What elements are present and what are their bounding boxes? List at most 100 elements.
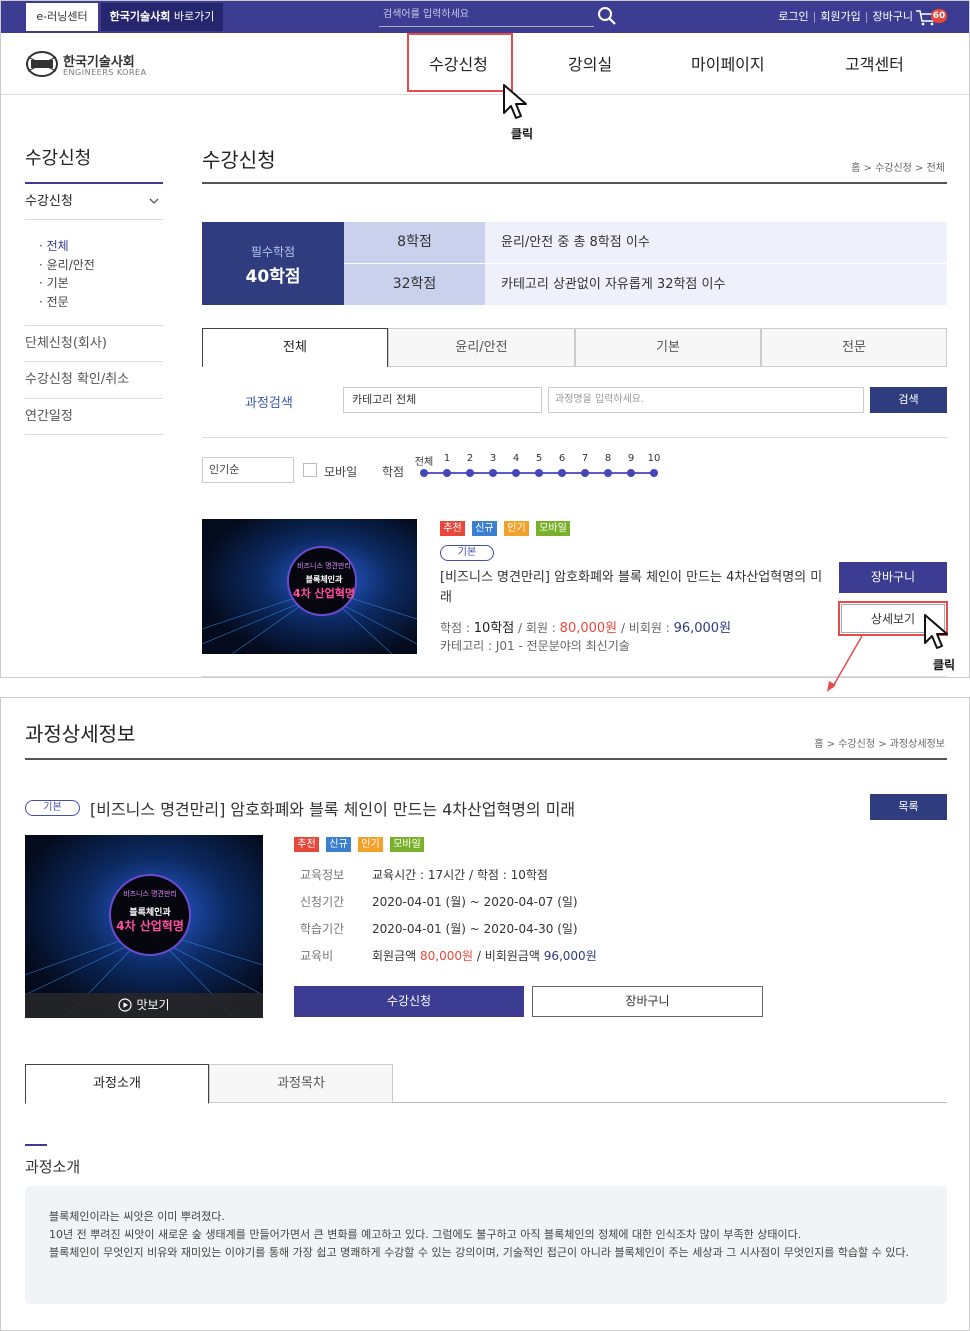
badge-mobile: 모바일 [536,521,570,536]
course-title[interactable]: [비즈니스 명견만리] 암호화폐와 블록 체인이 만드는 4차산업혁명의 미래 [440,568,830,608]
highlight-box-gnb [407,33,513,92]
lnb-annual-schedule[interactable]: 연간일정 [25,398,163,435]
play-icon [118,998,133,1012]
tab-expert[interactable]: 전문 [761,328,947,367]
category-select[interactable]: 카테고리 전체 [343,387,542,413]
credit-slider-point[interactable] [627,469,635,477]
info-label: 학습기간 [300,922,345,936]
tab-ethics[interactable]: 윤리/안전 [388,328,575,367]
course-name-input[interactable]: 과정명을 입력하세요. [548,387,864,413]
credit-slider-point[interactable] [604,469,612,477]
credit-slider-point[interactable] [466,469,474,477]
credit-slider-label: 4 [512,453,520,464]
description-line: 블록체인이 무엇인지 비유와 재미있는 이야기를 통해 가장 쉽고 명쾌하게 수… [49,1246,910,1259]
breadcrumb: 홈 > 수강신청 > 과정상세정보 [814,739,945,750]
credit-slider-label: 전체 [414,457,434,468]
credit-slider-point[interactable] [535,469,543,477]
gnb-mypage[interactable]: 마이페이지 [691,51,765,75]
gnb-classroom[interactable]: 강의실 [568,51,612,75]
nonmember-fee: 96,000원 [543,949,597,963]
credit-slider-point[interactable] [558,469,566,477]
course-detail-screen: 과정상세정보 홈 > 수강신청 > 과정상세정보 기본 [비즈니스 명견만리] … [0,697,970,1331]
search-button[interactable]: 검색 [870,387,947,413]
lnb-sub-all[interactable]: · 전체 [39,237,69,254]
credit-slider-point[interactable] [581,469,589,477]
mobile-checkbox[interactable] [303,463,317,477]
kes-shortcut-name: 한국기술사회 [109,10,171,23]
course-price-line: 학점 : 10학점 / 회원 : 80,000원 / 비회원 : 96,000원 [440,617,731,636]
logo-text-english: ENGINEERS KOREA [63,68,147,77]
tab-all[interactable]: 전체 [202,328,388,367]
credit-slider-label: 2 [466,453,474,464]
divider [25,758,947,760]
top-search-input[interactable]: 검색어를 입력하세요 [379,5,594,27]
credit-row-desc: 윤리/안전 중 총 8학점 이수 [485,222,947,263]
lnb-sub-ethics[interactable]: · 윤리/안전 [39,256,95,273]
login-link[interactable]: 로그인 [778,10,808,23]
badge-popular: 인기 [504,521,529,536]
sort-select[interactable]: 인기순 [202,457,294,483]
lnb-group-apply[interactable]: 단체신청(회사) [25,325,163,362]
thumbnail-caption-small: 비즈니스 명견만리 [123,890,177,898]
course-thumbnail[interactable]: 비즈니스 명견만리 블록체인과 4차 산업혁명 [25,835,263,1018]
info-value: 교육시간 : 17시간 / 학점 : 10학점 [372,868,548,882]
add-to-cart-button[interactable]: 장바구니 [532,986,763,1017]
nonmember-price-label: / 비회원 : [617,621,674,635]
member-fee-label: 회원금액 [372,949,420,963]
site-logo[interactable]: 한국기술사회 ENGINEERS KOREA [25,49,165,83]
add-to-cart-button[interactable]: 장바구니 [839,562,947,593]
credit-slider-label: 3 [489,453,497,464]
badge-new: 신규 [326,837,351,852]
mouse-cursor-icon [924,614,948,649]
course-category-pill: 기본 [25,800,80,816]
section-title: 과정소개 [25,1158,81,1176]
preview-label: 맛보기 [136,998,170,1012]
search-icon[interactable] [597,6,617,26]
course-thumbnail[interactable]: 비즈니스 명견만리 블록체인과 4차 산업혁명 [202,519,417,654]
top-links: 로그인 | 회원가입 | 장바구니 [778,1,913,33]
lnb-enroll-check[interactable]: 수강신청 확인/취소 [25,361,163,398]
credit-filter-label: 학점 [382,465,405,479]
badge-recommend: 추천 [440,521,465,536]
credit-slider-label: 5 [535,453,543,464]
logo-emblem-icon [26,51,58,77]
badge-mobile: 모바일 [390,837,424,852]
elearning-center-tab[interactable]: e-러닝센터 [26,3,98,31]
thumbnail-caption-small: 비즈니스 명견만리 [297,562,351,570]
badge-new: 신규 [472,521,497,536]
gnb-customer-center[interactable]: 고객센터 [845,51,904,75]
credit-slider-point[interactable] [650,469,658,477]
lnb-sub-basic[interactable]: · 기본 [39,274,69,291]
credit-slider-point[interactable] [512,469,520,477]
kes-shortcut-suffix: 바로가기 [170,10,215,23]
nonmember-fee-label: / 비회원금액 [473,949,544,963]
credit-slider-point[interactable] [443,469,451,477]
credit-label: 학점 : [440,621,474,635]
credit-requirement-box: 필수학점 40학점 8학점 윤리/안전 중 총 8학점 이수 32학점 카테고리… [202,222,947,305]
credit-slider-point[interactable] [420,469,428,477]
list-button[interactable]: 목록 [870,794,947,820]
lnb-sub-expert[interactable]: · 전문 [39,293,69,310]
preview-button[interactable]: 맛보기 [25,993,263,1018]
badge-recommend: 추천 [294,837,319,852]
cart-link[interactable]: 장바구니 [873,10,913,23]
info-value: 2020-04-01 (월) ~ 2020-04-30 (일) [372,922,578,936]
detail-tabs: 과정소개 과정목차 [25,1064,947,1104]
credit-slider-point[interactable] [489,469,497,477]
credit-slider-label: 9 [627,453,635,464]
mobile-checkbox-label: 모바일 [324,465,358,479]
enroll-button[interactable]: 수강신청 [294,986,524,1017]
member-price: 80,000원 [559,621,618,636]
chevron-down-icon [149,198,159,204]
credit-value: 10학점 [473,621,515,636]
tab-course-contents[interactable]: 과정목차 [209,1064,393,1103]
lnb-menu-enroll[interactable]: 수강신청 [25,182,163,220]
join-link[interactable]: 회원가입 [820,10,860,23]
tab-course-intro[interactable]: 과정소개 [25,1064,209,1104]
info-label: 교육정보 [300,868,345,882]
course-category-line: 카테고리 : J01 - 전문분야의 최신기술 [440,639,630,653]
category-tabs: 전체 윤리/안전 기본 전문 [202,328,947,367]
kes-shortcut-tab[interactable]: 한국기술사회 바로가기 [101,3,223,31]
thumbnail-caption-mid: 블록체인과 [305,575,343,584]
tab-basic[interactable]: 기본 [575,328,761,367]
